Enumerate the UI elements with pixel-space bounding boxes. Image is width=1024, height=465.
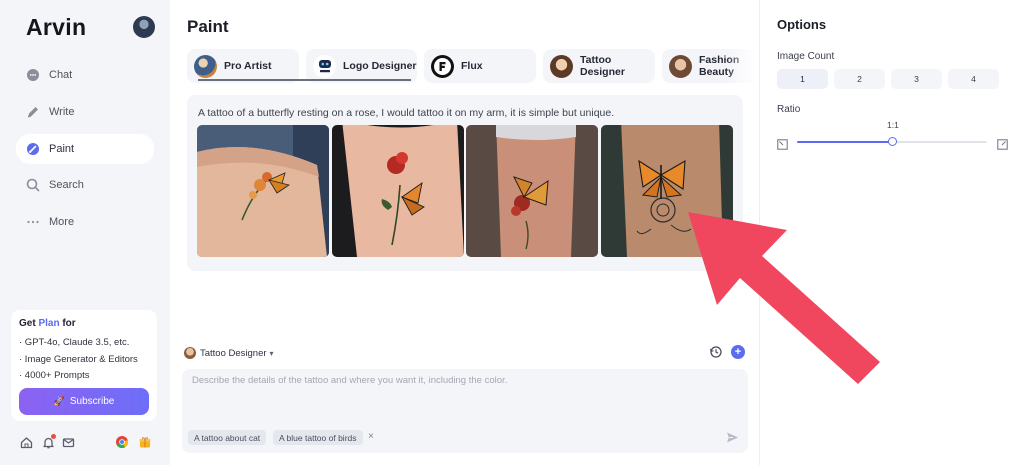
tab-label: Pro Artist — [224, 60, 272, 72]
image-count-option-2[interactable]: 2 — [834, 69, 885, 89]
image-count-option-4[interactable]: 4 — [948, 69, 999, 89]
chat-icon — [26, 68, 40, 82]
landscape-ratio-icon[interactable] — [997, 137, 1008, 150]
active-tab-indicator — [198, 79, 411, 81]
sidebar-item-search[interactable]: Search — [16, 170, 154, 200]
tab-flux[interactable]: Flux — [424, 49, 536, 83]
history-icon[interactable] — [709, 345, 723, 359]
gift-icon[interactable] — [137, 434, 153, 450]
plan-link[interactable]: Plan — [38, 318, 59, 329]
sidebar: Arvin Chat Write Paint Search More Get P… — [0, 0, 170, 465]
portrait-ratio-icon[interactable] — [777, 137, 788, 150]
suggestion-chip[interactable]: A blue tattoo of birds — [273, 430, 363, 445]
plan-promo-card: Get Plan for · GPT-4o, Claude 3.5, etc. … — [11, 310, 157, 421]
mail-icon[interactable] — [60, 434, 76, 450]
home-icon[interactable] — [18, 434, 34, 450]
tab-label: Flux — [461, 60, 483, 72]
tab-tattoo-designer[interactable]: Tattoo Designer — [543, 49, 655, 83]
ratio-label: Ratio — [777, 104, 801, 115]
send-icon[interactable] — [726, 431, 739, 444]
search-icon — [26, 178, 40, 192]
ratio-slider[interactable] — [797, 137, 987, 146]
image-count-option-3[interactable]: 3 — [891, 69, 942, 89]
sidebar-item-chat[interactable]: Chat — [16, 60, 154, 90]
image-count-option-1[interactable]: 1 — [777, 69, 828, 89]
tattoo-image-4[interactable] — [601, 125, 733, 257]
pro-artist-thumbnail — [194, 54, 217, 78]
tattoo-image-1[interactable] — [197, 125, 329, 257]
tab-label: Logo Designer — [343, 60, 417, 72]
chevron-down-icon: ▾ — [269, 348, 274, 358]
ratio-slider-fill — [797, 141, 892, 143]
tattoo-designer-thumbnail — [550, 54, 573, 78]
user-avatar[interactable] — [133, 16, 155, 38]
image-count-label: Image Count — [777, 51, 835, 62]
suggestion-chip[interactable]: A tattoo about cat — [188, 430, 267, 445]
tab-pro-artist[interactable]: Pro Artist — [187, 49, 299, 83]
sidebar-item-label: Chat — [49, 69, 73, 81]
sidebar-nav: Chat Write Paint Search More — [16, 60, 154, 244]
result-prompt: A tattoo of a butterfly resting on a ros… — [198, 107, 615, 119]
sidebar-item-paint[interactable]: Paint — [16, 133, 154, 164]
sidebar-item-label: Write — [49, 105, 75, 118]
flux-logo-icon — [431, 54, 454, 78]
subscribe-button[interactable]: 🚀 Subscribe — [19, 388, 149, 415]
options-title: Options — [777, 17, 827, 32]
sidebar-item-label: Paint — [49, 142, 75, 155]
ratio-slider-handle[interactable] — [887, 137, 897, 146]
sidebar-item-label: Search — [49, 179, 84, 192]
tab-logo-designer[interactable]: Logo Designer — [306, 49, 417, 83]
prompt-composer: A tattoo about cat A blue tattoo of bird… — [182, 369, 748, 453]
plan-title: Get Plan for — [19, 318, 76, 329]
options-panel: Options Image Count 1 2 3 4 Ratio 1:1 — [761, 0, 1024, 465]
style-selector[interactable]: Tattoo Designer ▾ — [184, 346, 274, 360]
sidebar-footer — [18, 434, 154, 452]
tattoo-image-2[interactable] — [332, 125, 464, 257]
page-title: Paint — [187, 17, 229, 36]
tabs-fade-overlay — [726, 49, 756, 84]
fashion-beauty-thumbnail — [669, 54, 692, 78]
rocket-icon: 🚀 — [53, 396, 65, 406]
tab-label: Tattoo Designer — [580, 54, 625, 78]
style-selector-label: Tattoo Designer — [200, 347, 267, 359]
sidebar-item-write[interactable]: Write — [16, 97, 154, 127]
generation-result: A tattoo of a butterfly resting on a ros… — [187, 95, 743, 271]
new-chat-icon[interactable]: + — [731, 345, 745, 359]
paint-icon — [26, 142, 40, 156]
plan-feature: · GPT-4o, Claude 3.5, etc. — [19, 337, 130, 348]
sidebar-item-label: More — [49, 216, 75, 229]
brand-logo[interactable]: Arvin — [26, 14, 86, 41]
notification-badge — [51, 434, 56, 439]
close-icon[interactable]: × — [368, 431, 374, 442]
plan-feature: · 4000+ Prompts — [19, 370, 90, 381]
more-icon — [26, 215, 40, 229]
write-icon — [26, 105, 40, 119]
plan-feature: · Image Generator & Editors — [19, 353, 138, 365]
chrome-icon[interactable] — [114, 434, 130, 450]
prompt-input[interactable] — [182, 369, 748, 425]
notification-icon[interactable] — [40, 434, 56, 450]
ratio-value: 1:1 — [887, 120, 899, 130]
sidebar-item-more[interactable]: More — [16, 207, 154, 237]
subscribe-label: Subscribe — [69, 396, 115, 407]
paint-workspace: Paint Pro Artist Logo Designer Flux Tatt… — [170, 0, 760, 465]
logo-designer-thumbnail — [313, 54, 336, 78]
tattoo-designer-avatar — [184, 347, 196, 359]
tattoo-image-3[interactable] — [466, 125, 598, 257]
